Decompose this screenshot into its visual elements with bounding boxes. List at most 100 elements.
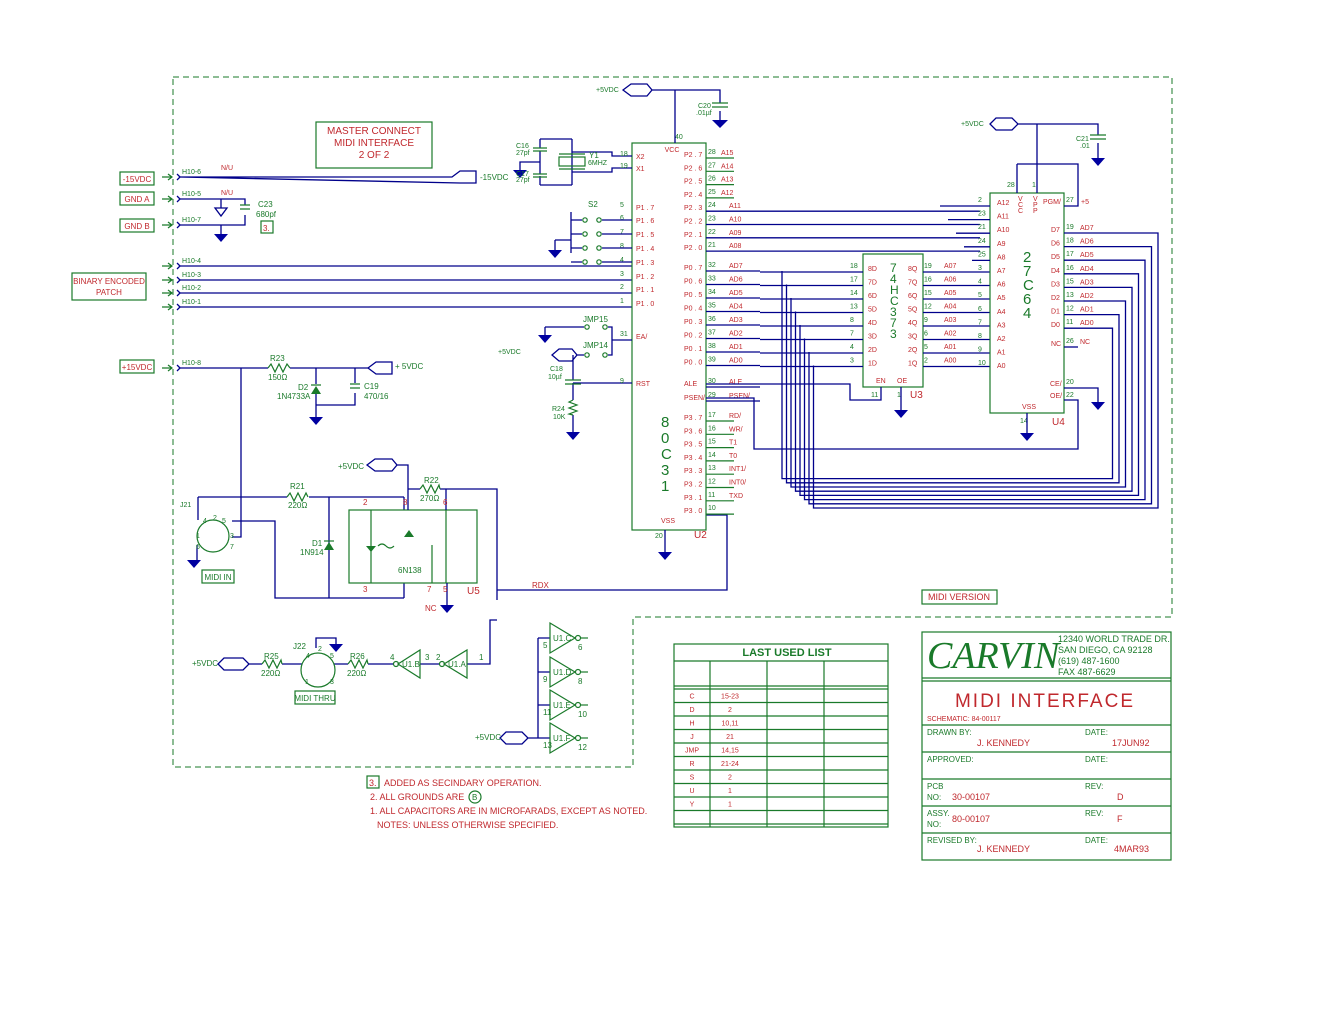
header-pin-label: H10-8 [182, 360, 201, 367]
u4-pin-number: 24 [978, 238, 986, 245]
u3-pin-number: 9 [924, 317, 928, 324]
u4-pin-name: A12 [997, 200, 1010, 207]
net-label: A04 [944, 304, 957, 311]
connector-pos15: +15VDC [119, 359, 155, 374]
net-label: AD1 [1080, 307, 1094, 314]
midi-thru-label: MIDI THRU [294, 694, 335, 703]
ground-icon [548, 250, 562, 258]
notes-header: NOTES: UNLESS OTHERWISE SPECIFIED. [377, 820, 558, 830]
u2-pin-number: 22 [708, 229, 716, 236]
u3-part-char: 3 [890, 327, 897, 341]
svg-text:REVISED BY:: REVISED BY: [927, 836, 977, 845]
u4-pin-name: D5 [1051, 254, 1060, 261]
nu-label-1: N/U [221, 165, 233, 172]
svg-text:OE: OE [897, 378, 907, 385]
u2-pin-name: X1 [636, 166, 645, 173]
revised-date: 4MAR93 [1114, 844, 1149, 854]
patch-bus [180, 265, 632, 308]
u3-pin-number: 17 [850, 277, 858, 284]
u2-pin-name: PSEN/ [684, 395, 705, 402]
svg-text:GND B: GND B [124, 222, 149, 231]
u4-pin-name: A0 [997, 363, 1006, 370]
inverter-label: U1.C [553, 634, 571, 643]
u2-pin-number: 15 [708, 439, 716, 446]
u5-ref: U5 [467, 586, 480, 597]
svg-text:40: 40 [675, 134, 683, 141]
midi-in-section: MIDI IN J21 R21 220Ω D1 1N914 6N138 U5 +… [180, 458, 728, 613]
header-pin-label: H10-6 [182, 169, 201, 176]
net-label: A06 [944, 277, 957, 284]
u3-pin-name: 2Q [908, 347, 918, 354]
last-used-list: LAST USED LIST C 15-23D 2H 10,11J 21JMP 14,15… [673, 643, 889, 828]
ground-icon [329, 644, 343, 652]
connector-binary-patch: BINARY ENCODED PATCH [71, 272, 147, 301]
c16-label: C16 [516, 143, 529, 150]
last-used-prefix: U [689, 788, 694, 795]
u3-pin-number: 3 [850, 358, 854, 365]
last-used-prefix: S [690, 775, 695, 782]
header-pin-label: H10-2 [182, 285, 201, 292]
ground-icon [309, 417, 323, 425]
c20-value: .01µf [696, 110, 712, 117]
u2-pin-number: 13 [708, 465, 716, 472]
header-pin [176, 364, 181, 372]
drawn-by: J. KENNEDY [977, 738, 1030, 748]
u4-pin-number: 21 [978, 224, 986, 231]
connector-neg15: -15VDC [119, 171, 155, 186]
jmp15-label: JMP15 [583, 315, 608, 324]
net-label: AD6 [729, 277, 743, 284]
header-pin-label: H10-4 [182, 258, 201, 265]
gnd-a-symbol [213, 207, 229, 218]
r21-label: R21 [290, 482, 305, 491]
u2-pin-name: P1 . 5 [636, 232, 654, 239]
u2-pin-name: P1 . 2 [636, 274, 654, 281]
r24-label: R24 [552, 406, 565, 413]
connector-gnd-a: GND A [119, 191, 155, 206]
r26-value: 220Ω [347, 669, 366, 678]
u3-pin-name: 7Q [908, 280, 918, 287]
u3-pin-name: 5Q [908, 307, 918, 314]
c23-value: 680pf [256, 210, 277, 219]
din-pin-label: 4 [306, 653, 310, 660]
u2-part-char: 3 [661, 462, 669, 479]
u3-pin-number: 7 [850, 331, 854, 338]
net-label: AD5 [729, 290, 743, 297]
net-label: T1 [729, 440, 737, 447]
header-pin [176, 173, 181, 181]
u3-pin-number: 15 [924, 290, 932, 297]
net-label: AD3 [1080, 279, 1094, 286]
u4-pin-number: 23 [978, 211, 986, 218]
din-pin-label: 1 [305, 679, 309, 686]
u4-pin-name: A1 [997, 350, 1006, 357]
u3-pin-name: 4Q [908, 320, 918, 327]
svg-text:P: P [1033, 208, 1038, 215]
svg-text:PCB: PCB [927, 782, 943, 791]
svg-text:+5: +5 [1081, 199, 1089, 206]
r22-label: R22 [424, 476, 439, 485]
c19-label: C19 [364, 382, 379, 391]
last-used-title: LAST USED LIST [742, 647, 832, 659]
r22-resistor [419, 483, 441, 495]
u3-pin-number: 4 [850, 344, 854, 351]
c21-value: .01 [1080, 143, 1090, 150]
u3-pin-number: 18 [850, 263, 858, 270]
header-pin [176, 221, 181, 229]
u4-pin-name: A8 [997, 254, 1006, 261]
r23-value: 150Ω [268, 373, 287, 382]
net-label: INT0/ [729, 480, 746, 487]
c19-value: 470/16 [364, 392, 389, 401]
j21-label: J21 [180, 502, 191, 509]
last-used-prefix: D [689, 707, 694, 714]
last-used-value: 21-24 [721, 761, 739, 768]
din-pin-label: 3 [330, 679, 334, 686]
u4-pin-name: A7 [997, 268, 1006, 275]
u2-pin-number: 19 [620, 163, 628, 170]
u3-pin-number: 14 [850, 290, 858, 297]
drawn-date: 17JUN92 [1112, 738, 1150, 748]
r22-value: 270Ω [420, 494, 439, 503]
svg-text:11: 11 [543, 708, 552, 717]
svg-text:6: 6 [578, 643, 583, 652]
din-pin-label: 7 [230, 544, 234, 551]
din-pin-label: 6 [196, 544, 200, 551]
u2-pin-name: P0 . 3 [684, 319, 702, 326]
